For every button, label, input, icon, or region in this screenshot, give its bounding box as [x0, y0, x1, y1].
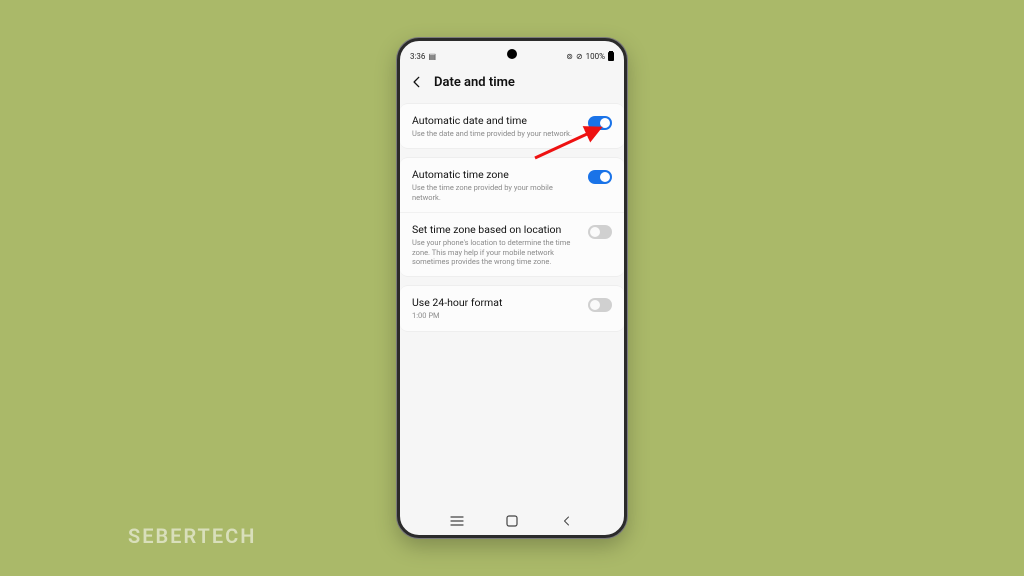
toggle-auto-datetime[interactable] — [588, 116, 612, 130]
wifi-icon: ⊚ — [566, 52, 573, 61]
front-camera — [507, 49, 517, 59]
setting-title: Set time zone based on location — [412, 223, 580, 236]
toggle-24hour[interactable] — [588, 298, 612, 312]
setting-auto-timezone[interactable]: Automatic time zone Use the time zone pr… — [400, 158, 624, 212]
recents-button[interactable] — [449, 513, 465, 529]
setting-subtitle: 1:00 PM — [412, 311, 580, 320]
battery-text: 100% — [586, 52, 605, 61]
setting-title: Use 24-hour format — [412, 296, 580, 309]
battery-icon — [608, 52, 614, 61]
setting-auto-datetime[interactable]: Automatic date and time Use the date and… — [400, 104, 624, 148]
setting-subtitle: Use the date and time provided by your n… — [412, 129, 580, 138]
status-time: 3:36 — [410, 52, 425, 61]
nav-back-button[interactable] — [559, 513, 575, 529]
setting-title: Automatic date and time — [412, 114, 580, 127]
phone-frame: 3:36 ▤ ⊚ ⊘ 100% Date and time Automatic … — [397, 38, 627, 538]
page-title: Date and time — [434, 75, 515, 90]
setting-subtitle: Use the time zone provided by your mobil… — [412, 183, 580, 202]
watermark-text: SEBERTECH — [128, 524, 256, 548]
setting-title: Automatic time zone — [412, 168, 580, 181]
toggle-auto-timezone[interactable] — [588, 170, 612, 184]
dnd-icon: ⊘ — [576, 52, 583, 61]
back-button[interactable] — [408, 73, 426, 91]
navigation-bar — [400, 507, 624, 535]
toggle-timezone-location[interactable] — [588, 225, 612, 239]
page-header: Date and time — [400, 65, 624, 103]
setting-timezone-location[interactable]: Set time zone based on location Use your… — [400, 212, 624, 276]
home-button[interactable] — [504, 513, 520, 529]
chevron-left-icon — [410, 75, 424, 89]
setting-24hour[interactable]: Use 24-hour format 1:00 PM — [400, 286, 624, 330]
setting-subtitle: Use your phone's location to determine t… — [412, 238, 580, 266]
settings-list: Automatic date and time Use the date and… — [400, 103, 624, 507]
notification-icon: ▤ — [428, 52, 436, 61]
